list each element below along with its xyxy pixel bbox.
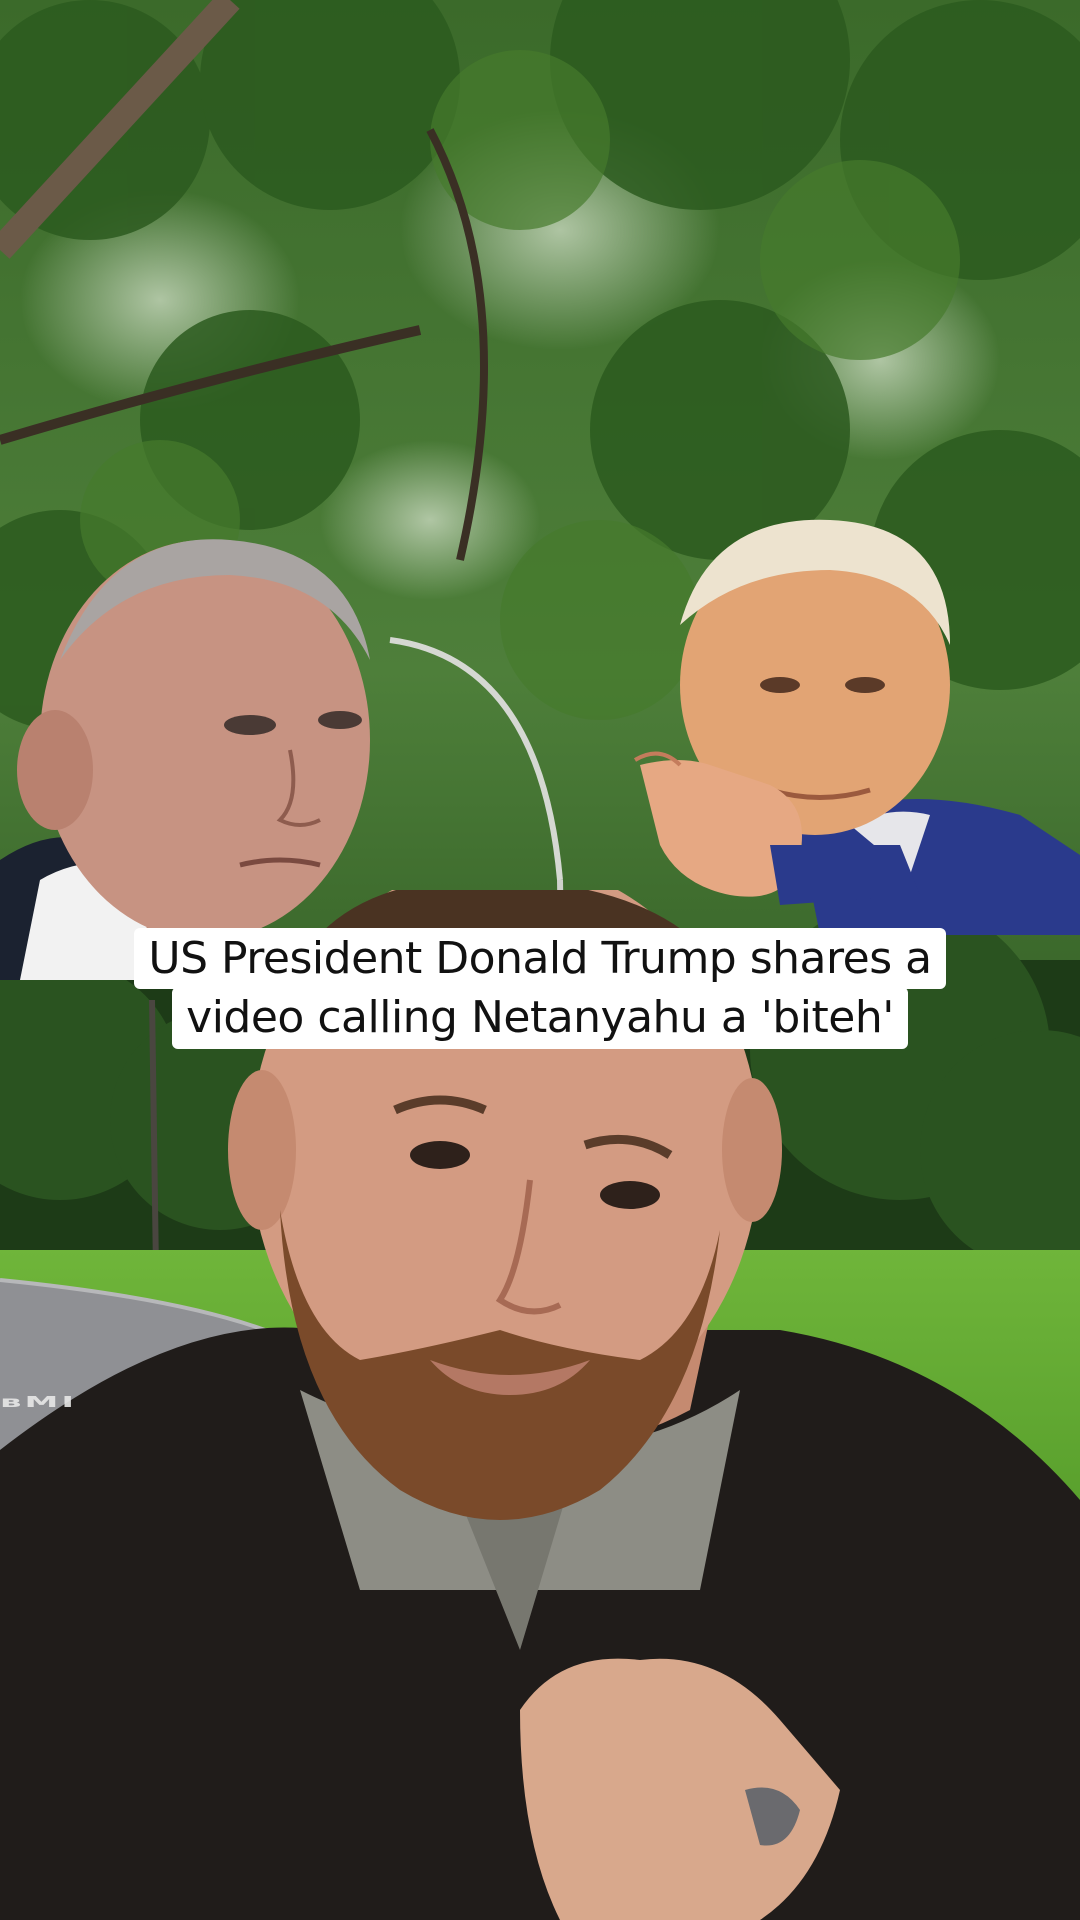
video-frame[interactable]: вMI US President Donald Trump shares a v… (0, 0, 1080, 1920)
road-marking-text: вMI (0, 1393, 77, 1411)
caption-line-2: video calling Netanyahu a 'biteh' (172, 987, 908, 1049)
video-caption: US President Donald Trump shares a video… (0, 928, 1080, 1049)
right-portrait (633, 519, 1080, 935)
caption-line-1: US President Donald Trump shares a (134, 928, 946, 990)
